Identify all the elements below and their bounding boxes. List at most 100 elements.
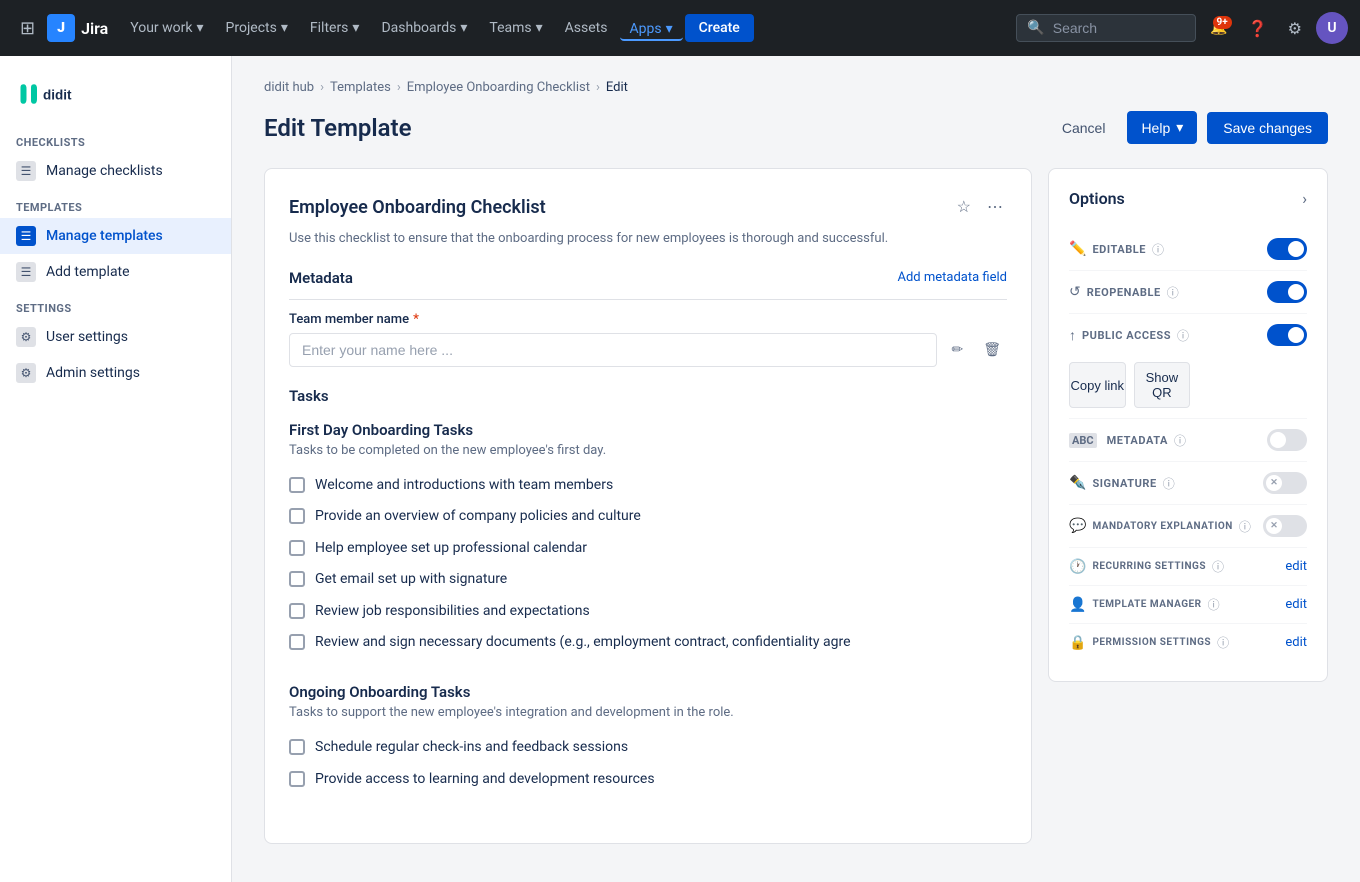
- sidebar-item-user-settings[interactable]: ⚙ User settings: [0, 319, 231, 355]
- info-icon[interactable]: ⓘ: [1174, 432, 1186, 449]
- grid-icon[interactable]: ⊞: [12, 10, 43, 47]
- info-icon[interactable]: ⓘ: [1208, 596, 1220, 613]
- info-icon[interactable]: ⓘ: [1163, 475, 1175, 492]
- save-changes-button[interactable]: Save changes: [1207, 112, 1328, 144]
- public-access-icon: ↑: [1069, 327, 1076, 344]
- mandatory-explanation-toggle[interactable]: ✕: [1263, 515, 1307, 537]
- info-icon[interactable]: ⓘ: [1152, 241, 1164, 258]
- cancel-button[interactable]: Cancel: [1050, 112, 1118, 144]
- breadcrumb-sep-2: ›: [397, 80, 401, 95]
- search-box[interactable]: 🔍: [1016, 14, 1196, 42]
- template-card: Employee Onboarding Checklist ☆ ⋯ Use th…: [264, 168, 1032, 844]
- nav-item-projects[interactable]: Projects ▾: [216, 14, 298, 42]
- template-description: Use this checklist to ensure that the on…: [289, 229, 1007, 249]
- task-text: Provide an overview of company policies …: [315, 507, 641, 527]
- notifications-button[interactable]: 🔔 9+: [1204, 14, 1233, 42]
- signature-toggle[interactable]: ✕: [1263, 472, 1307, 494]
- settings-button[interactable]: ⚙: [1282, 13, 1308, 44]
- sidebar-item-admin-settings[interactable]: ⚙ Admin settings: [0, 355, 231, 391]
- task-checkbox[interactable]: [289, 508, 305, 524]
- mandatory-explanation-icon: 💬: [1069, 518, 1086, 534]
- help-button[interactable]: Help ▾: [1127, 111, 1197, 144]
- nav-item-apps[interactable]: Apps ▾: [620, 15, 683, 41]
- edit-field-button[interactable]: ✏: [945, 337, 969, 362]
- option-label: ↑ PUBLIC ACCESS ⓘ: [1069, 327, 1189, 344]
- task-checkbox[interactable]: [289, 540, 305, 556]
- reopenable-toggle[interactable]: [1267, 281, 1307, 303]
- task-item: Get email set up with signature: [289, 564, 1007, 596]
- search-icon: 🔍: [1027, 20, 1044, 36]
- delete-field-button[interactable]: 🗑: [977, 337, 1007, 362]
- breadcrumb-templates[interactable]: Templates: [330, 80, 391, 95]
- option-text: MANDATORY EXPLANATION: [1092, 521, 1232, 532]
- team-member-name-input[interactable]: [289, 333, 937, 367]
- copy-link-button[interactable]: Copy link: [1069, 362, 1126, 408]
- info-icon[interactable]: ⓘ: [1217, 634, 1229, 651]
- task-checkbox[interactable]: [289, 739, 305, 755]
- admin-settings-icon: ⚙: [16, 363, 36, 383]
- option-text: PUBLIC ACCESS: [1082, 329, 1171, 342]
- breadcrumb-current: Edit: [606, 80, 628, 95]
- info-icon[interactable]: ⓘ: [1212, 558, 1224, 575]
- more-options-button[interactable]: ⋯: [983, 193, 1007, 221]
- public-access-buttons: Copy link Show QR: [1069, 362, 1190, 408]
- top-navigation: ⊞ J Jira Your work ▾ Projects ▾ Filters …: [0, 0, 1360, 56]
- field-input-row: ✏ 🗑: [289, 333, 1007, 367]
- task-checkbox[interactable]: [289, 477, 305, 493]
- task-checkbox[interactable]: [289, 771, 305, 787]
- add-template-icon: ☰: [16, 262, 36, 282]
- reopenable-icon: ↺: [1069, 284, 1081, 300]
- sidebar-item-label: Add template: [46, 264, 130, 280]
- public-access-toggle[interactable]: [1267, 324, 1307, 346]
- required-indicator: *: [413, 312, 419, 327]
- nav-item-teams[interactable]: Teams ▾: [479, 14, 552, 42]
- task-item: Provide access to learning and developme…: [289, 764, 1007, 796]
- sidebar-item-manage-checklists[interactable]: ☰ Manage checklists: [0, 153, 231, 189]
- info-icon[interactable]: ⓘ: [1167, 284, 1179, 301]
- task-checkbox[interactable]: [289, 571, 305, 587]
- sidebar-item-manage-templates[interactable]: ☰ Manage templates: [0, 218, 231, 254]
- task-group-name: Ongoing Onboarding Tasks: [289, 683, 1007, 701]
- breadcrumb-sep-1: ›: [320, 80, 324, 95]
- toggle-knob: ✕: [1266, 475, 1282, 491]
- star-button[interactable]: ☆: [953, 193, 975, 221]
- option-label: 💬 MANDATORY EXPLANATION ⓘ: [1069, 518, 1251, 535]
- metadata-section-header: Metadata Add metadata field: [289, 269, 1007, 287]
- info-icon[interactable]: ⓘ: [1239, 518, 1251, 535]
- editable-icon: ✏️: [1069, 241, 1086, 257]
- template-manager-edit-link[interactable]: edit: [1285, 597, 1307, 612]
- breadcrumb-didit-hub[interactable]: didit hub: [264, 80, 314, 95]
- task-group-ongoing: Ongoing Onboarding Tasks Tasks to suppor…: [289, 683, 1007, 795]
- nav-item-assets[interactable]: Assets: [555, 14, 618, 42]
- breadcrumb-template-name[interactable]: Employee Onboarding Checklist: [407, 80, 590, 95]
- nav-item-dashboards[interactable]: Dashboards ▾: [371, 14, 477, 42]
- task-item: Provide an overview of company policies …: [289, 501, 1007, 533]
- task-checkbox[interactable]: [289, 603, 305, 619]
- show-qr-button[interactable]: Show QR: [1134, 362, 1191, 408]
- template-name: Employee Onboarding Checklist: [289, 197, 546, 218]
- option-text: REOPENABLE: [1087, 286, 1161, 299]
- metadata-toggle[interactable]: [1267, 429, 1307, 451]
- editable-toggle[interactable]: [1267, 238, 1307, 260]
- recurring-settings-edit-link[interactable]: edit: [1285, 559, 1307, 574]
- permission-settings-edit-link[interactable]: edit: [1285, 635, 1307, 650]
- task-text: Schedule regular check-ins and feedback …: [315, 738, 628, 758]
- search-input[interactable]: [1053, 20, 1186, 36]
- nav-item-filters[interactable]: Filters ▾: [300, 14, 370, 42]
- sidebar-section-settings: SETTINGS: [0, 290, 231, 319]
- nav-item-your-work[interactable]: Your work ▾: [120, 14, 213, 42]
- option-row-signature: ✒️ SIGNATURE ⓘ ✕: [1069, 462, 1307, 505]
- task-checkbox[interactable]: [289, 634, 305, 650]
- metadata-icon: ABC: [1069, 433, 1097, 448]
- help-button[interactable]: ❓: [1242, 13, 1274, 44]
- sidebar-item-add-template[interactable]: ☰ Add template: [0, 254, 231, 290]
- breadcrumb: didit hub › Templates › Employee Onboard…: [264, 80, 1328, 95]
- add-metadata-field-link[interactable]: Add metadata field: [897, 270, 1007, 285]
- divider-1: [289, 299, 1007, 300]
- sidebar-item-label: Manage templates: [46, 228, 163, 244]
- avatar[interactable]: U: [1316, 12, 1348, 44]
- options-expand-icon[interactable]: ›: [1302, 189, 1307, 208]
- task-group-name: First Day Onboarding Tasks: [289, 421, 1007, 439]
- create-button[interactable]: Create: [685, 14, 754, 42]
- info-icon[interactable]: ⓘ: [1177, 327, 1189, 344]
